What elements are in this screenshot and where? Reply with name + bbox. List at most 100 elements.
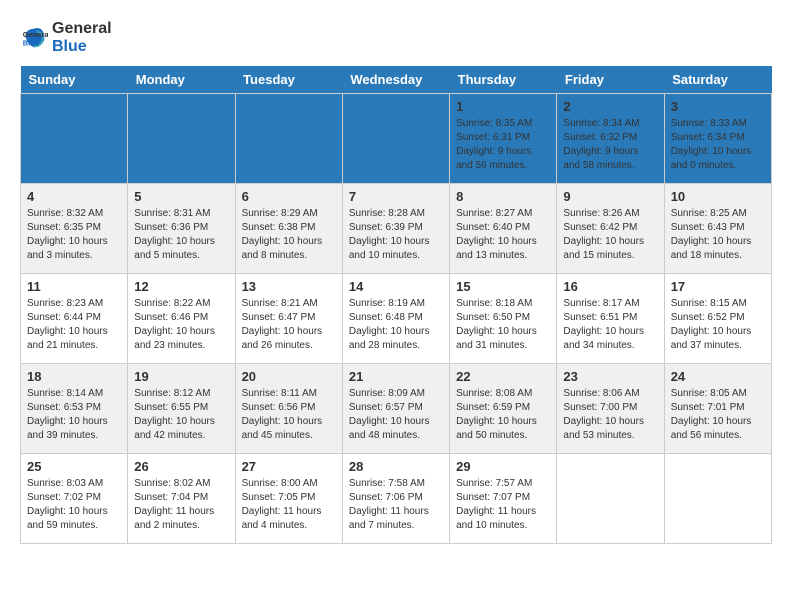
calendar-cell: 26 Sunrise: 8:02 AM Sunset: 7:04 PM Dayli… — [128, 454, 235, 544]
calendar-table: SundayMondayTuesdayWednesdayThursdayFrid… — [20, 66, 772, 544]
calendar-cell: 14 Sunrise: 8:19 AM Sunset: 6:48 PM Dayli… — [342, 274, 449, 364]
calendar-cell: 16Sunrise: 8:17 AM Sunset: 6:51 PM Dayli… — [557, 274, 664, 364]
calendar-cell — [128, 94, 235, 184]
date-number: 26 — [134, 459, 228, 474]
date-number: 22 — [456, 369, 550, 384]
date-number: 7 — [349, 189, 443, 204]
cell-info: Sunrise: 8:02 AM Sunset: 7:04 PM Dayligh… — [134, 477, 228, 533]
cell-info: Sunrise: 8:31 AM Sunset: 6:36 PM Dayligh… — [134, 207, 228, 263]
date-number: 23 — [563, 369, 657, 384]
week-row-3: 11 Sunrise: 8:23 AM Sunset: 6:44 PM Dayli… — [21, 274, 772, 364]
date-number: 1 — [456, 99, 550, 114]
cell-info: Sunrise: 8:23 AM Sunset: 6:44 PM Dayligh… — [27, 297, 121, 353]
cell-info: Sunrise: 8:27 AM Sunset: 6:40 PM Dayligh… — [456, 207, 550, 263]
calendar-cell: 11 Sunrise: 8:23 AM Sunset: 6:44 PM Dayli… — [21, 274, 128, 364]
date-number: 3 — [671, 99, 765, 114]
page-header: General Blue General Blue — [20, 20, 772, 56]
cell-info: Sunrise: 8:08 AM Sunset: 6:59 PM Dayligh… — [456, 387, 550, 443]
week-row-2: 4 Sunrise: 8:32 AM Sunset: 6:35 PM Daylig… — [21, 184, 772, 274]
date-number: 28 — [349, 459, 443, 474]
cell-info: Sunrise: 8:06 AM Sunset: 7:00 PM Dayligh… — [563, 387, 657, 443]
cell-info: Sunrise: 8:19 AM Sunset: 6:48 PM Dayligh… — [349, 297, 443, 353]
cell-info: Sunrise: 8:11 AM Sunset: 6:56 PM Dayligh… — [242, 387, 336, 443]
logo-icon: General Blue — [20, 24, 48, 52]
date-number: 19 — [134, 369, 228, 384]
calendar-cell: 9Sunrise: 8:26 AM Sunset: 6:42 PM Daylig… — [557, 184, 664, 274]
week-row-5: 25 Sunrise: 8:03 AM Sunset: 7:02 PM Dayli… — [21, 454, 772, 544]
cell-info: Sunrise: 8:15 AM Sunset: 6:52 PM Dayligh… — [671, 297, 765, 353]
date-number: 25 — [27, 459, 121, 474]
day-header-wednesday: Wednesday — [342, 66, 449, 94]
calendar-cell — [557, 454, 664, 544]
date-number: 20 — [242, 369, 336, 384]
date-number: 24 — [671, 369, 765, 384]
date-number: 11 — [27, 279, 121, 294]
cell-info: Sunrise: 8:29 AM Sunset: 6:38 PM Dayligh… — [242, 207, 336, 263]
cell-info: Sunrise: 8:26 AM Sunset: 6:42 PM Dayligh… — [563, 207, 657, 263]
calendar-cell: 4 Sunrise: 8:32 AM Sunset: 6:35 PM Daylig… — [21, 184, 128, 274]
calendar-cell: 25 Sunrise: 8:03 AM Sunset: 7:02 PM Dayli… — [21, 454, 128, 544]
week-row-4: 18 Sunrise: 8:14 AM Sunset: 6:53 PM Dayli… — [21, 364, 772, 454]
cell-info: Sunrise: 8:14 AM Sunset: 6:53 PM Dayligh… — [27, 387, 121, 443]
cell-info: Sunrise: 8:03 AM Sunset: 7:02 PM Dayligh… — [27, 477, 121, 533]
cell-info: Sunrise: 8:05 AM Sunset: 7:01 PM Dayligh… — [671, 387, 765, 443]
calendar-cell — [664, 454, 771, 544]
date-number: 15 — [456, 279, 550, 294]
logo: General Blue General Blue — [20, 20, 112, 56]
date-number: 2 — [563, 99, 657, 114]
cell-info: Sunrise: 8:28 AM Sunset: 6:39 PM Dayligh… — [349, 207, 443, 263]
calendar-cell — [21, 94, 128, 184]
cell-info: Sunrise: 8:09 AM Sunset: 6:57 PM Dayligh… — [349, 387, 443, 443]
cell-info: Sunrise: 8:00 AM Sunset: 7:05 PM Dayligh… — [242, 477, 336, 533]
calendar-cell: 19 Sunrise: 8:12 AM Sunset: 6:55 PM Dayli… — [128, 364, 235, 454]
calendar-cell: 7 Sunrise: 8:28 AM Sunset: 6:39 PM Daylig… — [342, 184, 449, 274]
date-number: 12 — [134, 279, 228, 294]
day-header-tuesday: Tuesday — [235, 66, 342, 94]
cell-info: Sunrise: 8:32 AM Sunset: 6:35 PM Dayligh… — [27, 207, 121, 263]
cell-info: Sunrise: 8:25 AM Sunset: 6:43 PM Dayligh… — [671, 207, 765, 263]
cell-info: Sunrise: 8:12 AM Sunset: 6:55 PM Dayligh… — [134, 387, 228, 443]
calendar-cell: 22 Sunrise: 8:08 AM Sunset: 6:59 PM Dayli… — [450, 364, 557, 454]
calendar-cell: 3 Sunrise: 8:33 AM Sunset: 6:34 PM Daylig… — [664, 94, 771, 184]
cell-info: Sunrise: 7:57 AM Sunset: 7:07 PM Dayligh… — [456, 477, 550, 533]
calendar-cell: 12 Sunrise: 8:22 AM Sunset: 6:46 PM Dayli… — [128, 274, 235, 364]
cell-info: Sunrise: 8:21 AM Sunset: 6:47 PM Dayligh… — [242, 297, 336, 353]
date-number: 4 — [27, 189, 121, 204]
calendar-cell: 8 Sunrise: 8:27 AM Sunset: 6:40 PM Daylig… — [450, 184, 557, 274]
date-number: 8 — [456, 189, 550, 204]
calendar-cell: 6 Sunrise: 8:29 AM Sunset: 6:38 PM Daylig… — [235, 184, 342, 274]
calendar-cell: 13 Sunrise: 8:21 AM Sunset: 6:47 PM Dayli… — [235, 274, 342, 364]
calendar-cell: 27 Sunrise: 8:00 AM Sunset: 7:05 PM Dayli… — [235, 454, 342, 544]
calendar-cell: 21Sunrise: 8:09 AM Sunset: 6:57 PM Dayli… — [342, 364, 449, 454]
date-number: 6 — [242, 189, 336, 204]
calendar-cell: 23 Sunrise: 8:06 AM Sunset: 7:00 PM Dayli… — [557, 364, 664, 454]
cell-info: Sunrise: 7:58 AM Sunset: 7:06 PM Dayligh… — [349, 477, 443, 533]
cell-info: Sunrise: 8:22 AM Sunset: 6:46 PM Dayligh… — [134, 297, 228, 353]
day-header-monday: Monday — [128, 66, 235, 94]
calendar-cell: 24 Sunrise: 8:05 AM Sunset: 7:01 PM Dayli… — [664, 364, 771, 454]
header-row: SundayMondayTuesdayWednesdayThursdayFrid… — [21, 66, 772, 94]
date-number: 18 — [27, 369, 121, 384]
calendar-cell: 15 Sunrise: 8:18 AM Sunset: 6:50 PM Dayli… — [450, 274, 557, 364]
date-number: 29 — [456, 459, 550, 474]
date-number: 14 — [349, 279, 443, 294]
cell-info: Sunrise: 8:18 AM Sunset: 6:50 PM Dayligh… — [456, 297, 550, 353]
week-row-1: 1 Sunrise: 8:35 AM Sunset: 6:31 PM Daylig… — [21, 94, 772, 184]
calendar-cell: 20 Sunrise: 8:11 AM Sunset: 6:56 PM Dayli… — [235, 364, 342, 454]
date-number: 13 — [242, 279, 336, 294]
day-header-saturday: Saturday — [664, 66, 771, 94]
date-number: 16 — [563, 279, 657, 294]
calendar-cell: 5Sunrise: 8:31 AM Sunset: 6:36 PM Daylig… — [128, 184, 235, 274]
cell-info: Sunrise: 8:33 AM Sunset: 6:34 PM Dayligh… — [671, 117, 765, 173]
date-number: 17 — [671, 279, 765, 294]
day-header-thursday: Thursday — [450, 66, 557, 94]
calendar-cell — [235, 94, 342, 184]
calendar-cell — [342, 94, 449, 184]
cell-info: Sunrise: 8:35 AM Sunset: 6:31 PM Dayligh… — [456, 117, 550, 173]
day-header-friday: Friday — [557, 66, 664, 94]
date-number: 27 — [242, 459, 336, 474]
svg-text:Blue: Blue — [23, 38, 39, 47]
calendar-cell: 29 Sunrise: 7:57 AM Sunset: 7:07 PM Dayli… — [450, 454, 557, 544]
calendar-cell: 1 Sunrise: 8:35 AM Sunset: 6:31 PM Daylig… — [450, 94, 557, 184]
calendar-cell: 18 Sunrise: 8:14 AM Sunset: 6:53 PM Dayli… — [21, 364, 128, 454]
